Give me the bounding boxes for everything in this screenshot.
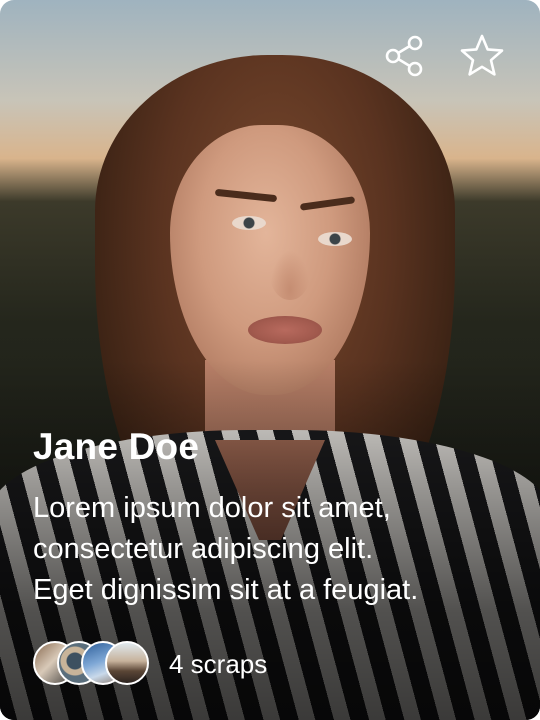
photo-right-eye [318, 232, 352, 246]
description-line: Lorem ipsum dolor sit amet, [33, 492, 391, 524]
photo-nose [270, 250, 310, 300]
profile-description: Lorem ipsum dolor sit amet, consectetur … [33, 488, 503, 611]
description-line: consectetur adipiscing elit. [33, 533, 374, 565]
scrap-avatar-stack [33, 639, 153, 689]
share-button[interactable] [381, 32, 429, 80]
scrap-thumbnail [105, 641, 149, 685]
scraps-row[interactable]: 4 scraps [33, 638, 267, 690]
favorite-button[interactable] [458, 32, 506, 80]
profile-name: Jane Doe [33, 426, 200, 467]
scraps-count-label: 4 scraps [169, 648, 268, 679]
photo-left-eye [232, 216, 266, 230]
share-icon [385, 35, 423, 77]
star-outline-icon [460, 34, 504, 76]
photo-lips [248, 316, 322, 344]
description-line: Eget dignissim sit at a feugiat. [33, 574, 419, 606]
profile-card[interactable]: Jane Doe Lorem ipsum dolor sit amet, con… [0, 0, 540, 720]
